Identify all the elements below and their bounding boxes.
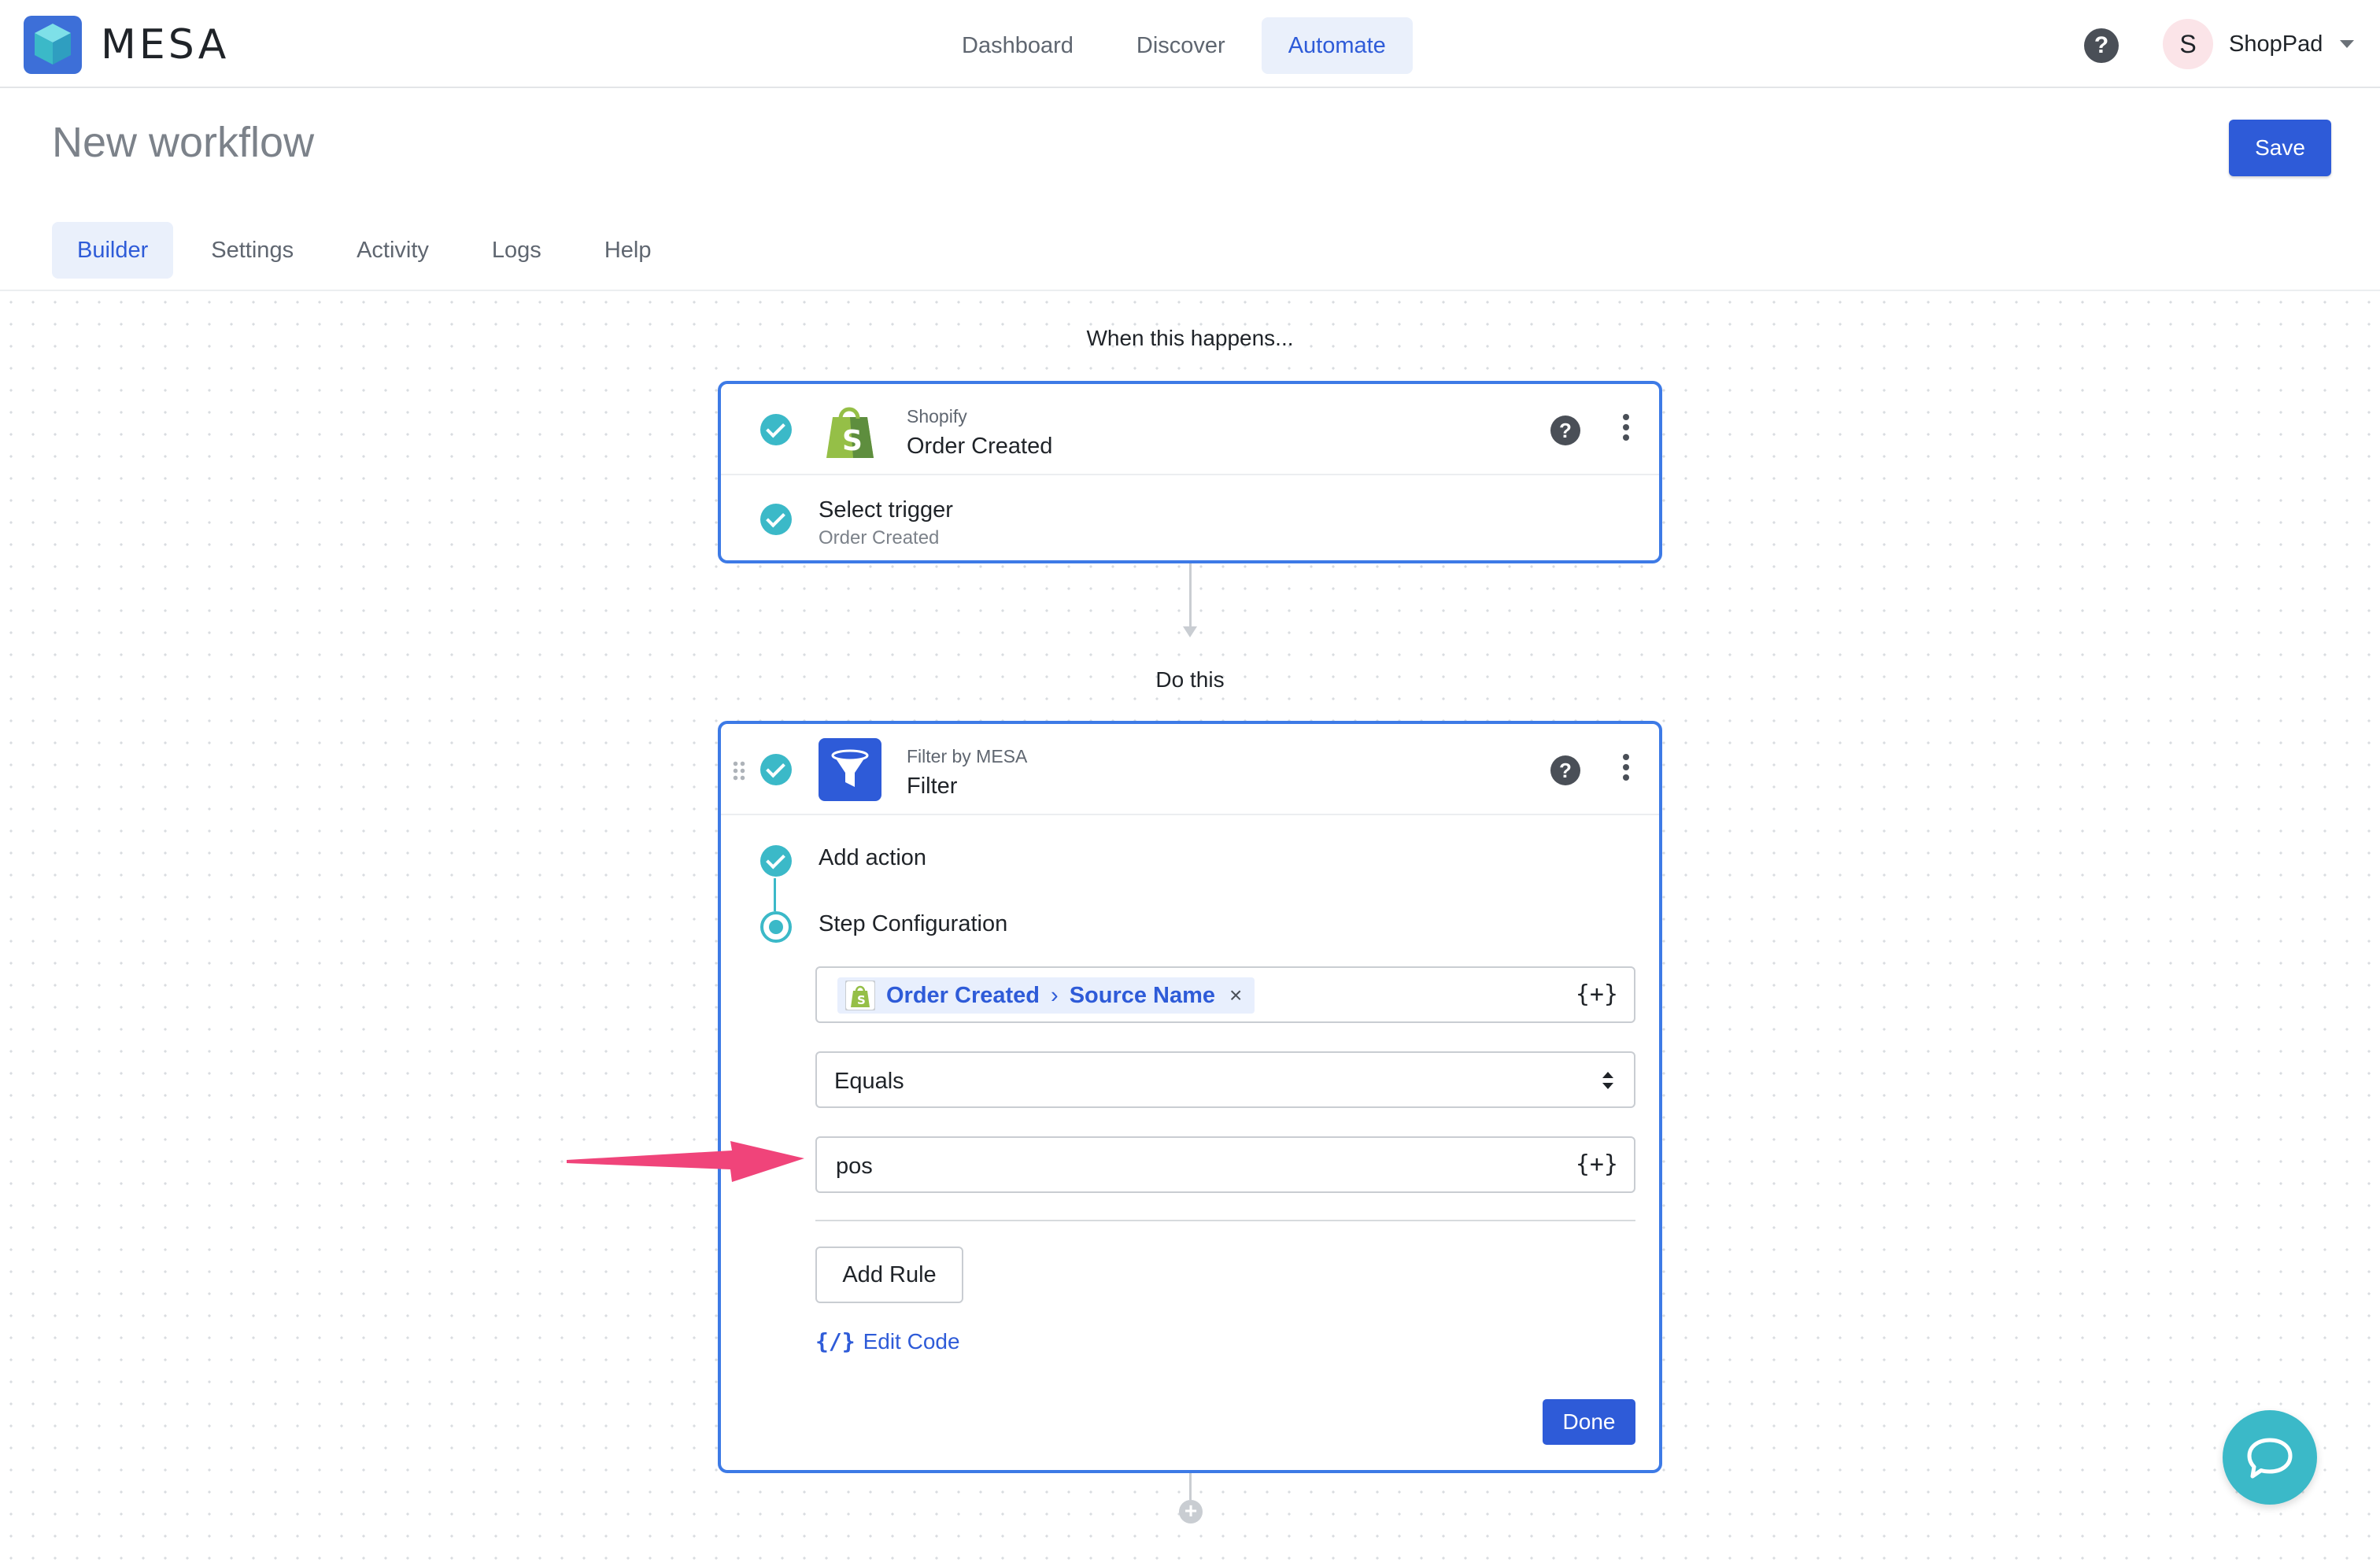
question-circle-icon[interactable]: ? [1550, 416, 1580, 445]
operator-selected-value: Equals [834, 1069, 904, 1094]
select-trigger-row[interactable]: Select trigger Order Created [721, 475, 1659, 560]
avatar: S [2163, 19, 2213, 69]
select-trigger-value: Order Created [819, 527, 940, 548]
workflow-tabs: Builder Settings Activity Logs Help [52, 222, 689, 279]
nav-discover[interactable]: Discover [1110, 17, 1252, 74]
funnel-icon [819, 738, 881, 801]
check-circle-icon [760, 845, 792, 877]
save-button[interactable]: Save [2229, 120, 2331, 176]
filter-card-header[interactable]: Filter by MESA Filter ? [721, 724, 1659, 815]
token-part-source-name: Source Name [1069, 982, 1216, 1008]
top-navigation-bar: MESA Dashboard Discover Automate ? S Sho… [0, 0, 2380, 88]
chat-bubble-icon [2247, 1438, 2293, 1479]
shopify-bag-icon: S [845, 981, 875, 1010]
chevron-right-icon: › [1051, 982, 1059, 1008]
filter-app-meta: Filter by MESA Filter [907, 746, 1027, 800]
divider [815, 1220, 1635, 1221]
question-circle-icon[interactable]: ? [1550, 755, 1580, 785]
code-icon: {/} [815, 1328, 856, 1354]
more-vertical-icon[interactable] [1621, 754, 1631, 785]
trigger-app-meta: Shopify Order Created [907, 406, 1052, 460]
main-nav: Dashboard Discover Automate [935, 17, 1422, 74]
account-name: ShopPad [2229, 31, 2323, 57]
tab-logs[interactable]: Logs [467, 222, 567, 279]
done-button[interactable]: Done [1543, 1399, 1635, 1445]
trigger-card-header[interactable]: S Shopify Order Created ? [721, 384, 1659, 475]
step-add-action[interactable]: Add action [819, 845, 926, 871]
drag-handle-icon[interactable] [732, 760, 746, 781]
filter-value-input[interactable]: pos {+} [815, 1136, 1635, 1193]
question-circle-icon[interactable]: ? [2084, 28, 2119, 63]
edit-code-label: Edit Code [863, 1328, 960, 1354]
select-arrows-icon [1602, 1070, 1613, 1092]
trigger-heading: When this happens... [1086, 326, 1294, 350]
trigger-card[interactable]: S Shopify Order Created ? Select trigger… [718, 381, 1662, 563]
brand-logo[interactable]: MESA [24, 16, 229, 74]
step-configuration[interactable]: Step Configuration [819, 911, 1007, 937]
token-part-order-created: Order Created [886, 982, 1040, 1008]
trigger-app-name: Shopify [907, 406, 967, 427]
brand-name: MESA [101, 21, 230, 68]
filter-action-name: Filter [907, 774, 958, 799]
tab-activity[interactable]: Activity [331, 222, 454, 279]
mesa-cube-icon [24, 16, 82, 74]
filter-value-text: pos [836, 1154, 873, 1179]
check-circle-icon [760, 504, 792, 535]
chevron-down-icon [2340, 40, 2355, 48]
trigger-event-name: Order Created [907, 434, 1053, 459]
more-vertical-icon[interactable] [1621, 414, 1631, 445]
edit-code-link[interactable]: {/} Edit Code [815, 1328, 960, 1354]
insert-variable-button[interactable]: {+} [1576, 1150, 1618, 1178]
filter-action-card[interactable]: Filter by MESA Filter ? Add action Step … [718, 721, 1662, 1473]
page-title: New workflow [52, 119, 315, 166]
nav-dashboard[interactable]: Dashboard [935, 17, 1100, 74]
svg-text:S: S [842, 425, 863, 457]
flow-connector [1189, 1473, 1192, 1500]
add-rule-button[interactable]: Add Rule [815, 1247, 963, 1303]
tab-builder[interactable]: Builder [52, 222, 174, 279]
select-trigger-label: Select trigger [819, 497, 953, 523]
variable-token[interactable]: S Order Created › Source Name × [837, 977, 1255, 1014]
current-step-icon [760, 911, 792, 943]
account-menu[interactable]: S ShopPad [2163, 19, 2355, 69]
check-circle-icon [760, 754, 792, 785]
insert-variable-button[interactable]: {+} [1576, 981, 1618, 1008]
tab-help[interactable]: Help [579, 222, 677, 279]
check-circle-icon [760, 414, 792, 445]
annotation-arrow [567, 1141, 804, 1182]
add-step-icon[interactable]: + [1179, 1500, 1203, 1524]
chat-launcher-button[interactable] [2223, 1410, 2317, 1505]
shopify-bag-icon: S [826, 407, 874, 458]
filter-app-name: Filter by MESA [907, 746, 1028, 766]
step-connector [774, 878, 776, 911]
operator-select[interactable]: Equals [815, 1051, 1635, 1108]
nav-automate[interactable]: Automate [1261, 17, 1413, 74]
svg-text:S: S [857, 993, 866, 1007]
remove-token-icon[interactable]: × [1229, 983, 1242, 1008]
filter-field-input[interactable]: S Order Created › Source Name × {+} [815, 966, 1635, 1023]
flow-connector [1189, 563, 1192, 630]
tab-settings[interactable]: Settings [186, 222, 319, 279]
arrow-down-icon [1183, 626, 1197, 637]
action-heading: Do this [1155, 667, 1225, 692]
